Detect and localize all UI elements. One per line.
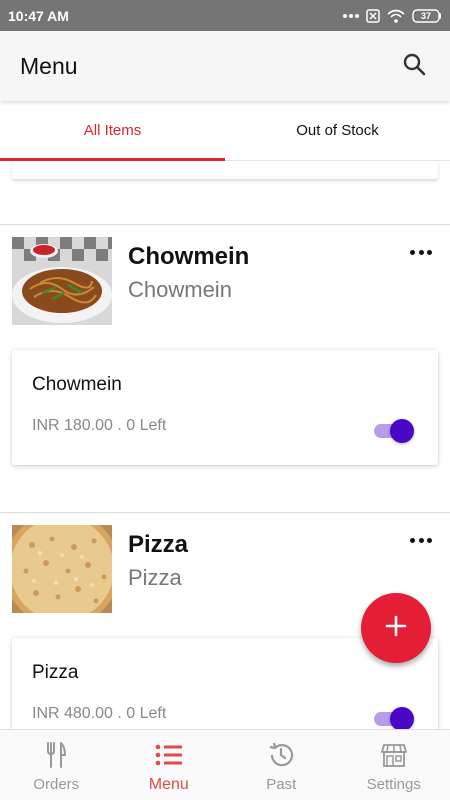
variant-card[interactable]: Chowmein INR 180.00 . 0 Left [12, 350, 438, 465]
page-title: Menu [20, 52, 78, 79]
variant-price: INR 180.00 . 0 Left [32, 417, 167, 434]
no-sim-icon [366, 8, 380, 23]
app-bar: Menu [0, 31, 450, 101]
more-dots-icon [343, 13, 359, 19]
more-dot [427, 249, 432, 255]
more-dot [410, 537, 415, 543]
tab-label: Out of Stock [296, 122, 379, 139]
variant-name: Chowmein [32, 374, 122, 395]
item-subtitle: Chowmein [128, 277, 232, 302]
more-dot [418, 537, 424, 543]
tab-label: All Items [83, 122, 142, 139]
stock-toggle[interactable] [374, 419, 414, 443]
list-icon [154, 740, 184, 770]
plus-icon [385, 615, 407, 642]
tab-bar: All Items Out of Stock [0, 101, 450, 161]
more-dot [410, 249, 415, 255]
toggle-knob [390, 707, 414, 729]
bottom-nav: Orders Menu Past Settings [0, 729, 450, 800]
tab-all-items[interactable]: All Items [0, 101, 225, 161]
item-name: Chowmein [128, 243, 250, 270]
item-subtitle: Pizza [128, 565, 182, 590]
fork-knife-icon [41, 740, 71, 770]
previous-variant-card [12, 161, 438, 179]
nav-item-past[interactable]: Past [225, 730, 338, 800]
tab-out-of-stock[interactable]: Out of Stock [225, 101, 450, 160]
menu-item: Chowmein Chowmein Chowmein INR 180.00 . … [0, 224, 450, 512]
more-options-button[interactable] [410, 247, 432, 257]
status-time: 10:47 AM [8, 7, 69, 24]
add-item-button[interactable] [361, 593, 431, 663]
variant-name: Pizza [32, 662, 79, 683]
nav-item-orders[interactable]: Orders [0, 730, 113, 800]
more-dot [418, 249, 424, 255]
search-button[interactable] [398, 50, 430, 82]
history-icon [266, 740, 296, 770]
nav-label: Settings [366, 776, 421, 793]
nav-label: Orders [33, 776, 80, 793]
nav-label: Past [266, 776, 297, 793]
battery-level: 37 [420, 10, 431, 21]
item-image-chowmein [12, 237, 112, 325]
item-image-pizza [12, 525, 112, 613]
menu-item-header: Chowmein Chowmein [0, 225, 450, 325]
search-icon [402, 52, 426, 81]
status-icons: 37 [343, 8, 442, 23]
nav-label: Menu [148, 776, 189, 793]
item-name: Pizza [128, 531, 189, 558]
nav-item-menu[interactable]: Menu [113, 730, 226, 800]
nav-item-settings[interactable]: Settings [338, 730, 450, 800]
status-bar: 10:47 AM 37 [0, 0, 450, 31]
tab-indicator [0, 158, 225, 161]
stock-toggle[interactable] [374, 707, 414, 729]
wifi-icon [387, 9, 405, 23]
toggle-knob [390, 419, 414, 443]
store-icon [379, 740, 409, 770]
more-dot [427, 537, 432, 543]
more-options-button[interactable] [410, 535, 432, 545]
variant-price: INR 480.00 . 0 Left [32, 705, 167, 722]
battery-icon: 37 [412, 8, 442, 23]
